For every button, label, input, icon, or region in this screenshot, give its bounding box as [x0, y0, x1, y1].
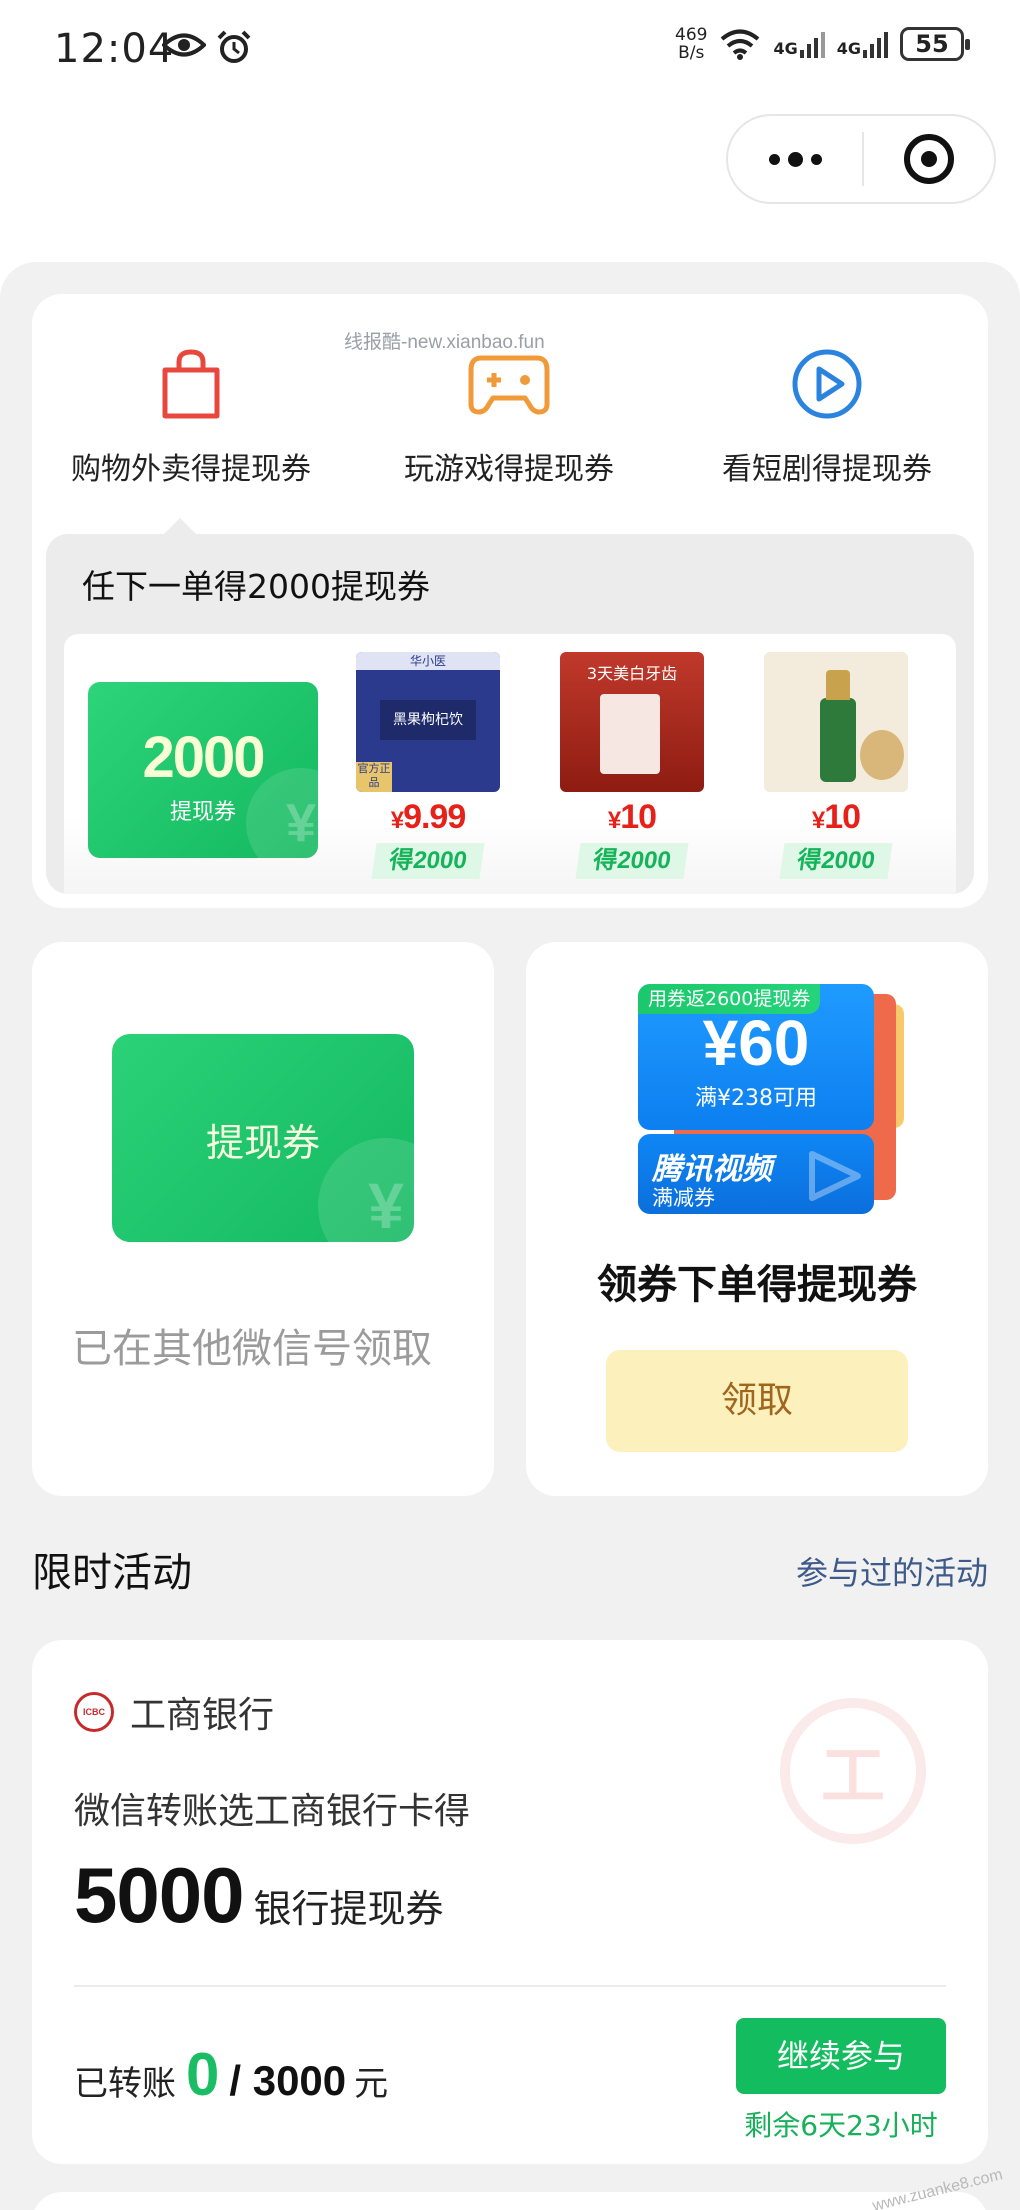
progress-label: 已转账	[74, 2064, 176, 2104]
product-earn: 得2000	[779, 843, 893, 879]
voucher-image: 提现券 ¥	[112, 1034, 414, 1242]
promo-title: 任下一单得2000提现券	[82, 567, 430, 606]
coupon-ticket: 用券返2600提现券 ¥60 满¥238可用	[638, 984, 874, 1130]
serum-dropper	[826, 670, 850, 700]
target-icon	[904, 134, 954, 184]
serum-bottle	[820, 698, 856, 782]
icbc-watermark-icon: 工	[780, 1698, 926, 1844]
eye-icon	[162, 33, 206, 57]
battery-icon: 55	[900, 27, 970, 61]
divider	[74, 1985, 946, 1987]
status-bar: 12:04 469 B/s 4G 4G 55	[0, 0, 1020, 100]
product-image: 3天美白牙齿	[560, 652, 704, 792]
icbc-logo-icon: ICBC	[74, 1692, 114, 1732]
category-drama[interactable]: 看短剧得提现券	[668, 344, 986, 488]
signal-bars-icon	[799, 30, 825, 58]
more-button[interactable]	[728, 116, 862, 202]
coupon-condition: 满¥238可用	[695, 1086, 817, 1111]
product-image-tag: 官方正品	[356, 762, 392, 792]
product-earn: 得2000	[371, 843, 485, 879]
reward-amount-row: 5000 银行提现券	[74, 1850, 444, 1941]
bank-activity-card[interactable]: ICBC 工商银行 工 微信转账选工商银行卡得 5000 银行提现券 已转账 0…	[32, 1640, 988, 2164]
product-earn: 得2000	[575, 843, 689, 879]
remaining-time: 剩余6天23小时	[744, 2109, 938, 2142]
category-row: 购物外卖得提现券 玩游戏得提现券 看短剧得提现券	[32, 344, 988, 488]
net-speed: 469 B/s	[675, 26, 707, 62]
coupon-stack: 用券返2600提现券 ¥60 满¥238可用 腾讯视频 满减券	[638, 984, 908, 1214]
reward-label: 银行提现券	[253, 1887, 444, 1931]
progress-unit: 元	[354, 2064, 389, 2104]
price-value: 10	[824, 798, 861, 836]
product-image-title: 3天美白牙齿	[586, 664, 678, 683]
next-activity-card[interactable]	[32, 2192, 988, 2210]
promo-products: 2000 提现券 ¥ 华小医 黑果枸杞饮 官方正品 ¥9.99 得2000 3天…	[64, 634, 956, 894]
category-shopping[interactable]: 购物外卖得提现券	[32, 344, 350, 488]
miniprogram-capsule	[726, 114, 996, 204]
coupon-amount: ¥60	[702, 1007, 810, 1079]
progress-total: / 3000	[229, 2057, 347, 2104]
coupon-brand-sub: 满减券	[652, 1186, 715, 1210]
price-value: 9.99	[403, 798, 466, 836]
coupon-offer-title: 领券下单得提现券	[597, 1262, 917, 1308]
coupon-offer-card: 用券返2600提现券 ¥60 满¥238可用 腾讯视频 满减券 领券下单得提现券…	[526, 942, 988, 1496]
close-miniprogram-button[interactable]	[864, 134, 994, 184]
signal-sim2: 4G	[837, 30, 888, 58]
category-label: 看短剧得提现券	[722, 452, 932, 487]
category-label: 购物外卖得提现券	[71, 452, 311, 487]
product-image	[764, 652, 908, 792]
product-image: 华小医 黑果枸杞饮 官方正品	[356, 652, 500, 792]
product-item[interactable]: 华小医 黑果枸杞饮 官方正品 ¥9.99 得2000	[356, 652, 500, 879]
price-currency: ¥	[390, 807, 404, 834]
status-right: 469 B/s 4G 4G 55	[675, 26, 970, 62]
status-time: 12:04	[54, 26, 175, 72]
claim-button[interactable]: 领取	[606, 1350, 908, 1452]
reward-amount: 5000	[74, 1851, 245, 1939]
coupon-brand-strip: 腾讯视频 满减券	[638, 1134, 874, 1214]
tencent-video-icon	[809, 1151, 861, 1201]
product-price: ¥10	[764, 798, 908, 837]
dot-icon	[787, 151, 803, 167]
category-label: 玩游戏得提现券	[404, 452, 614, 487]
category-game[interactable]: 玩游戏得提现券	[350, 344, 668, 488]
signal-sim1: 4G	[773, 30, 825, 58]
promo-panel: 任下一单得2000提现券 2000 提现券 ¥ 华小医 黑果枸杞饮 官方正品 ¥…	[46, 534, 974, 894]
alarm-icon	[217, 30, 251, 63]
signal-bars-icon	[863, 30, 888, 58]
claimed-voucher-card: 提现券 ¥ 已在其他微信号领取	[32, 942, 494, 1496]
net-speed-value: 469	[675, 25, 708, 45]
dot-icon	[768, 153, 780, 165]
participated-activities-link[interactable]: 参与过的活动	[796, 1548, 988, 1594]
gamepad-icon	[467, 344, 551, 424]
transfer-progress: 已转账 0 / 3000 元	[74, 2040, 388, 2109]
activity-description: 微信转账选工商银行卡得	[74, 1791, 471, 1832]
price-value: 10	[620, 798, 657, 836]
sim2-label: 4G	[836, 39, 861, 58]
continue-button[interactable]: 继续参与	[736, 2018, 946, 2094]
wifi-icon	[721, 29, 760, 60]
product-item[interactable]: ¥10 得2000	[764, 652, 908, 879]
shopping-bag-icon	[159, 344, 223, 424]
earn-voucher-card: 购物外卖得提现券 玩游戏得提现券 看短剧得提现券 任下一单得2000提现券 20…	[32, 294, 988, 908]
product-image-title: 黑果枸杞饮	[380, 700, 476, 740]
status-left-icons	[162, 30, 252, 64]
claimed-status: 已在其他微信号领取	[72, 1326, 432, 1372]
sim1-label: 4G	[773, 39, 798, 58]
bank-name: 工商银行	[130, 1695, 275, 1736]
progress-current: 0	[186, 2041, 220, 2108]
product-price: ¥9.99	[356, 798, 500, 837]
net-speed-unit: B/s	[678, 43, 705, 63]
section-title: 限时活动	[32, 1550, 192, 1596]
voucher-2000[interactable]: 2000 提现券 ¥	[88, 682, 318, 858]
product-item[interactable]: 3天美白牙齿 ¥10 得2000	[560, 652, 704, 879]
product-image-brand: 华小医	[356, 652, 500, 670]
price-currency: ¥	[811, 807, 825, 834]
price-currency: ¥	[607, 807, 621, 834]
dot-icon	[810, 153, 822, 165]
product-price: ¥10	[560, 798, 704, 837]
watermark-text: 线报酷-new.xianbao.fun	[344, 332, 545, 353]
product-image-box	[600, 694, 660, 774]
ginger	[860, 730, 904, 780]
play-circle-icon	[790, 344, 864, 424]
